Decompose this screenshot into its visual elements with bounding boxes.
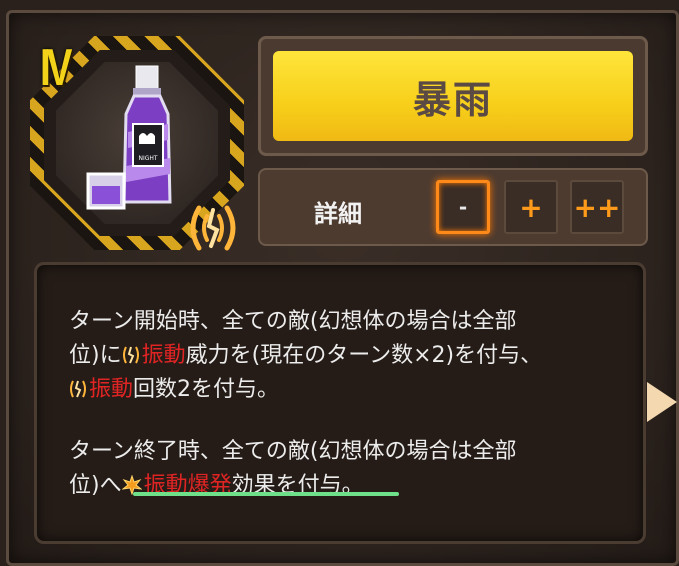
level-minus-button[interactable]: - xyxy=(436,180,490,234)
keyword-vibration[interactable]: 振動 xyxy=(142,343,186,368)
keyword-vibration[interactable]: 振動 xyxy=(89,377,133,402)
desc-line-2: 位)に 振動威力を(現在のターン数×2)を付与、 xyxy=(69,343,543,368)
desc-line-4: ターン終了時、全ての敵(幻想体の場合は全部 xyxy=(69,439,517,464)
card-title: 暴雨 xyxy=(273,51,633,141)
tier-label: IV xyxy=(40,39,72,97)
desc-line-3: 振動回数2を付与。 xyxy=(69,371,279,403)
vibration-icon xyxy=(190,205,236,251)
detail-label: 詳細 xyxy=(314,200,362,228)
highlight-underline xyxy=(133,492,399,496)
vibration-icon xyxy=(70,380,86,398)
card-name: 暴雨 xyxy=(412,77,493,122)
vibration-icon xyxy=(122,346,139,364)
next-arrow-icon[interactable] xyxy=(647,382,677,422)
desc-line-1: ターン開始時、全ての敵(幻想体の場合は全部 xyxy=(69,309,517,334)
card-title-plate: 暴雨 xyxy=(258,36,648,156)
bottle-label: NIGHT xyxy=(138,155,157,162)
description-panel: ターン開始時、全ての敵(幻想体の場合は全部 位)に 振動威力を(現在のターン数×2… xyxy=(34,262,646,544)
detail-bar: 詳細 - + ++ xyxy=(258,168,648,246)
level-plus-button[interactable]: + xyxy=(504,180,558,234)
level-plusplus-button[interactable]: ++ xyxy=(570,180,624,234)
bottle-icon: NIGHT xyxy=(86,65,172,210)
